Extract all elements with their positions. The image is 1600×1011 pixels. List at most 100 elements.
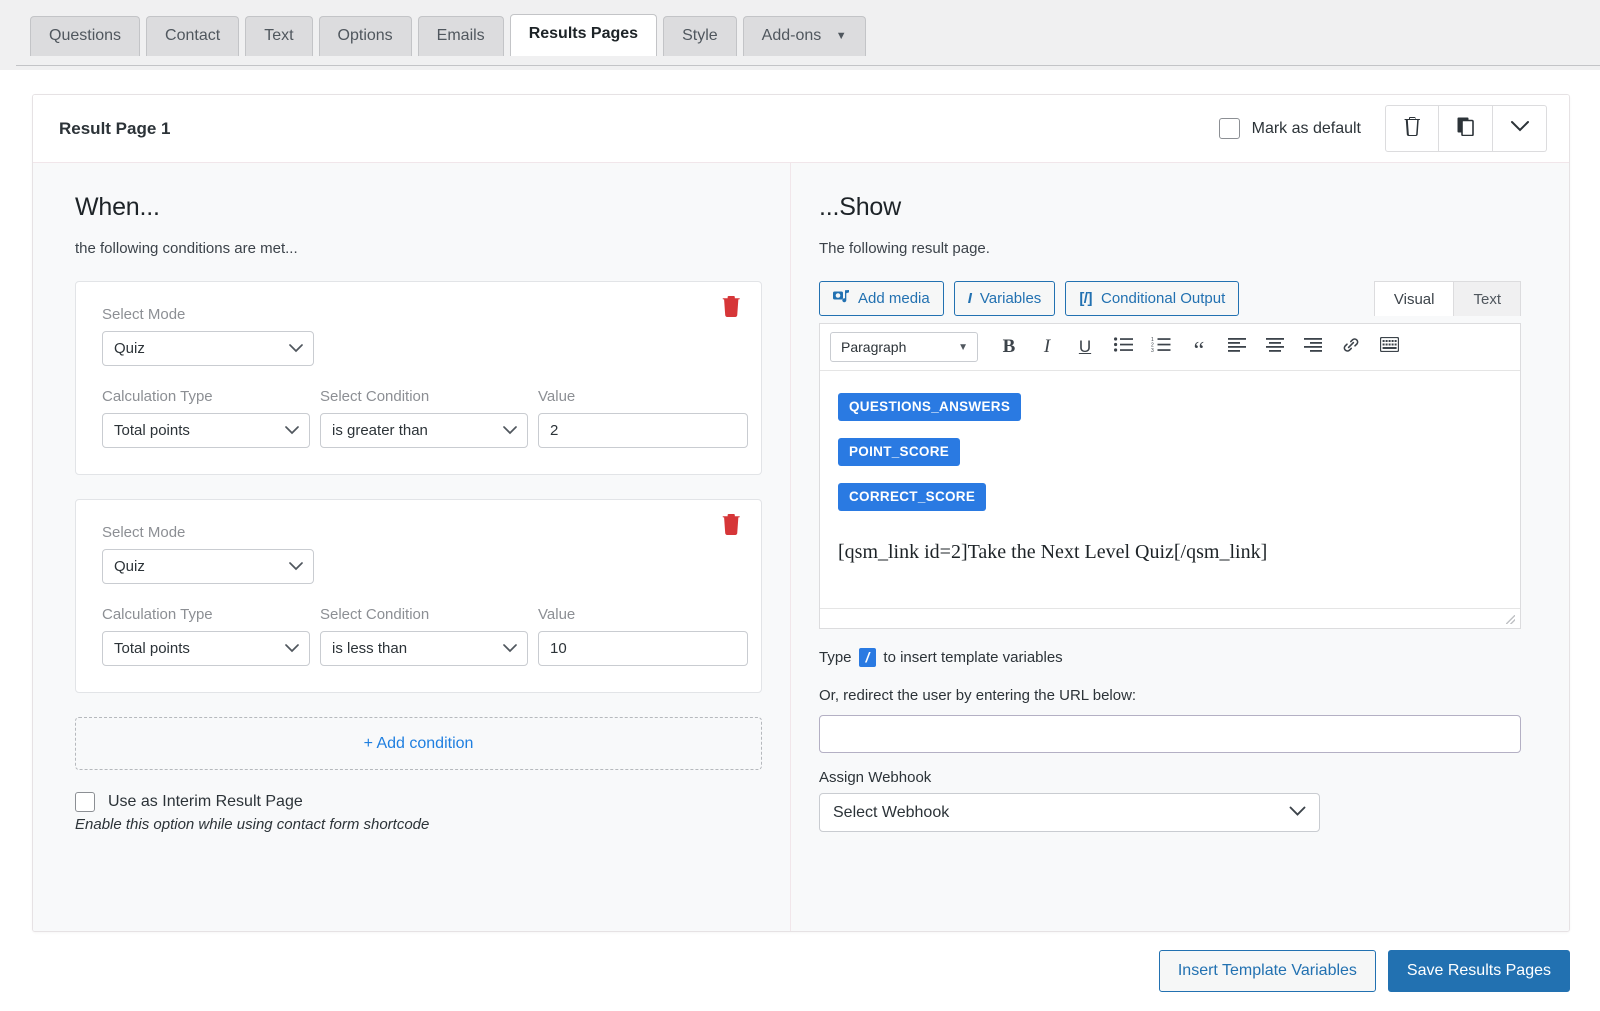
select-mode-value: Quiz [114, 340, 145, 357]
tab-label: Options [337, 27, 393, 44]
value-input-text: 2 [550, 422, 559, 439]
editor-resize-handle[interactable] [820, 608, 1520, 628]
redirect-url-input[interactable] [819, 715, 1521, 753]
italic-icon: I [1043, 336, 1051, 357]
tab-text[interactable]: Text [1453, 281, 1521, 316]
mark-as-default-toggle[interactable]: Mark as default [1218, 118, 1361, 139]
select-mode-label: Select Mode [102, 306, 186, 323]
calculation-type-dropdown[interactable]: Total points [102, 413, 310, 448]
delete-condition-button[interactable] [722, 296, 741, 317]
add-condition-button[interactable]: + Add condition [75, 717, 762, 770]
value-input[interactable]: 10 [538, 631, 748, 666]
collapse-result-page-button[interactable] [1493, 105, 1547, 152]
toggle-toolbar-button[interactable] [1370, 331, 1408, 363]
when-subheading: the following conditions are met... [75, 240, 298, 257]
calculation-type-field: Calculation Type Total points [102, 606, 310, 666]
tab-results-pages[interactable]: Results Pages [509, 14, 658, 56]
select-mode-dropdown[interactable]: Quiz [102, 549, 314, 584]
hint-prefix: Type [819, 649, 852, 666]
calculation-type-dropdown[interactable]: Total points [102, 631, 310, 666]
tab-bar: Questions Contact Text Options Emails Re… [0, 0, 1600, 70]
tab-visual[interactable]: Visual [1373, 281, 1455, 316]
editor-content-area[interactable]: QUESTIONS_ANSWERS POINT_SCORE CORRECT_SC… [820, 371, 1520, 608]
assign-webhook-label: Assign Webhook [819, 769, 932, 786]
chevron-down-icon [503, 642, 517, 656]
calculation-type-label: Calculation Type [102, 606, 213, 623]
conditional-output-button[interactable]: [/] Conditional Output [1065, 281, 1240, 316]
add-media-button[interactable]: Add media [819, 281, 944, 316]
variable-chip[interactable]: POINT_SCORE [838, 438, 961, 466]
variable-chip[interactable]: CORRECT_SCORE [838, 483, 987, 511]
select-condition-value: is greater than [332, 422, 428, 439]
underline-icon: U [1078, 337, 1092, 356]
add-media-label: Add media [858, 290, 930, 307]
tab-questions[interactable]: Questions [30, 16, 141, 56]
save-results-pages-button[interactable]: Save Results Pages [1387, 950, 1570, 992]
value-input[interactable]: 2 [538, 413, 748, 448]
select-condition-dropdown[interactable]: is less than [320, 631, 528, 666]
add-condition-label: + Add condition [363, 734, 474, 752]
when-panel: When... the following conditions are met… [33, 163, 791, 931]
bulleted-list-icon [1113, 337, 1133, 357]
interim-result-page-checkbox[interactable] [75, 792, 95, 812]
trash-icon [1404, 117, 1421, 140]
select-condition-field: Select Condition is greater than [320, 388, 528, 448]
condition-row: Select Mode Quiz Calculation Type Total … [75, 281, 762, 475]
paragraph-format-dropdown[interactable]: Paragraph ▼ [830, 332, 978, 362]
tab-label: Results Pages [528, 25, 639, 42]
insert-link-button[interactable] [1332, 331, 1370, 363]
blockquote-button[interactable]: “ [1180, 331, 1218, 363]
italic-button[interactable]: I [1028, 331, 1066, 363]
duplicate-result-page-button[interactable] [1439, 105, 1493, 152]
tab-contact[interactable]: Contact [146, 16, 240, 56]
mark-as-default-checkbox[interactable] [1218, 118, 1240, 139]
interim-result-page-note: Enable this option while using contact f… [75, 816, 430, 833]
interim-result-page-toggle[interactable]: Use as Interim Result Page [75, 792, 762, 812]
delete-condition-button[interactable] [722, 514, 741, 535]
media-icon [833, 289, 850, 309]
numbered-list-button[interactable]: 123 [1142, 331, 1180, 363]
align-left-icon [1228, 337, 1246, 357]
keyboard-icon [1379, 336, 1399, 357]
tab-label: Style [682, 27, 718, 44]
tab-options[interactable]: Options [318, 16, 412, 56]
chevron-down-icon [289, 342, 303, 356]
bold-button[interactable]: B [990, 331, 1028, 363]
align-center-button[interactable] [1256, 331, 1294, 363]
select-condition-label: Select Condition [320, 388, 430, 405]
bulleted-list-button[interactable] [1104, 331, 1142, 363]
chevron-down-icon [1289, 805, 1306, 820]
tab-style[interactable]: Style [663, 16, 737, 56]
assign-webhook-value: Select Webhook [833, 803, 950, 821]
tab-list: Questions Contact Text Options Emails Re… [30, 14, 1600, 56]
align-left-button[interactable] [1218, 331, 1256, 363]
header-action-buttons [1385, 105, 1547, 152]
show-heading: ...Show [819, 193, 901, 221]
chevron-down-icon [1510, 120, 1530, 137]
hint-suffix: to insert template variables [883, 649, 1063, 666]
insert-template-variables-button[interactable]: Insert Template Variables [1158, 950, 1376, 992]
chevron-down-icon: ▼ [958, 341, 968, 353]
paragraph-format-value: Paragraph [841, 339, 907, 355]
quote-icon: “ [1193, 337, 1205, 364]
tab-addons[interactable]: Add-ons ▼ [742, 16, 866, 56]
select-condition-dropdown[interactable]: is greater than [320, 413, 528, 448]
assign-webhook-dropdown[interactable]: Select Webhook [819, 793, 1320, 832]
variable-chip[interactable]: QUESTIONS_ANSWERS [838, 393, 1022, 421]
tab-text[interactable]: Text [245, 16, 313, 56]
value-input-text: 10 [550, 640, 567, 657]
condition-inputs-row: Calculation Type Total points Select Con… [102, 606, 748, 666]
underline-button[interactable]: U [1066, 331, 1104, 363]
select-mode-dropdown[interactable]: Quiz [102, 331, 314, 366]
value-label: Value [538, 388, 576, 405]
tab-text-label: Text [1473, 291, 1501, 308]
align-right-button[interactable] [1294, 331, 1332, 363]
tab-emails[interactable]: Emails [417, 16, 504, 56]
delete-result-page-button[interactable] [1385, 105, 1439, 152]
value-field: Value 2 [538, 388, 748, 448]
template-variable-hint: Type / to insert template variables [819, 648, 1521, 667]
value-label: Value [538, 606, 576, 623]
calculation-type-field: Calculation Type Total points [102, 388, 310, 448]
shortcode-text: [qsm_link id=2]Take the Next Level Quiz[… [838, 541, 1268, 563]
variables-button[interactable]: I Variables [953, 281, 1056, 316]
